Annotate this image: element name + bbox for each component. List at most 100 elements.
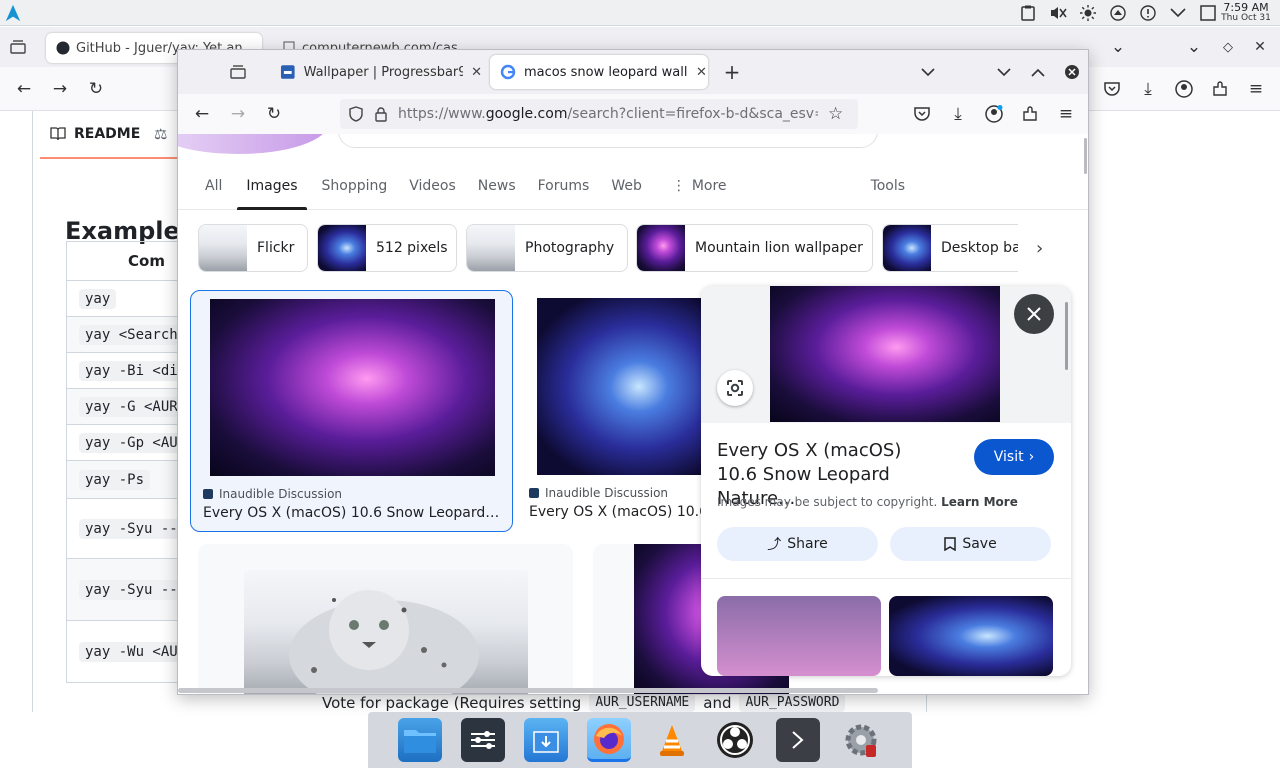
reload-icon[interactable]: ↻ xyxy=(264,104,284,124)
window-icon[interactable] xyxy=(1198,4,1218,22)
tab-all[interactable]: All xyxy=(196,162,231,210)
tab-images[interactable]: Images xyxy=(237,162,307,210)
vlc-icon[interactable] xyxy=(650,718,694,762)
download-icon[interactable]: ⤓ xyxy=(948,104,968,124)
mute-icon[interactable] xyxy=(1048,4,1068,22)
tab-overview-icon[interactable] xyxy=(228,62,248,82)
close-preview-button[interactable] xyxy=(1014,294,1054,334)
bookmark-star-icon[interactable]: ☆ xyxy=(828,104,843,124)
file-manager-icon[interactable] xyxy=(397,718,442,762)
result-source: Inaudible Discussion xyxy=(203,487,342,501)
chip-mountain-lion[interactable]: Mountain lion wallpaper xyxy=(636,224,873,272)
chips-next-icon[interactable]: › xyxy=(1036,238,1043,259)
chevron-down-icon[interactable] xyxy=(918,62,938,82)
tab-google-search[interactable]: macos snow leopard wallp ✕ xyxy=(490,55,708,89)
minimize-icon[interactable] xyxy=(994,62,1014,82)
image-result[interactable]: Inaudible Discussion Every OS X (macOS) … xyxy=(190,290,513,532)
reload-icon[interactable]: ↻ xyxy=(86,79,106,99)
forward-icon[interactable]: → xyxy=(50,79,70,99)
site-favicon-icon xyxy=(203,489,213,499)
menu-icon[interactable]: ≡ xyxy=(1056,104,1076,124)
tab-overview-icon[interactable] xyxy=(8,37,28,57)
tab-forums[interactable]: Forums xyxy=(529,162,599,210)
extensions-icon[interactable] xyxy=(1020,104,1040,124)
terminal-icon[interactable] xyxy=(775,718,820,762)
result-image[interactable] xyxy=(210,299,495,476)
close-tab-icon[interactable]: ✕ xyxy=(696,65,707,80)
share-icon: ⤴ xyxy=(767,537,782,553)
image-result[interactable]: Inaudible Discussion Every OS X (macOS) … xyxy=(520,290,710,532)
learn-more-link[interactable]: Learn More xyxy=(941,495,1018,509)
share-button[interactable]: ⤴ Share xyxy=(717,527,878,561)
pocket-icon[interactable] xyxy=(912,104,932,124)
back-icon[interactable]: ← xyxy=(14,79,34,99)
save-button[interactable]: Save xyxy=(890,527,1051,561)
scale-icon[interactable]: ⚖ xyxy=(154,125,167,143)
tab-web[interactable]: Web xyxy=(602,162,651,210)
brightness-icon[interactable] xyxy=(1078,4,1098,22)
result-caption[interactable]: Every OS X (macOS) 10.6 S xyxy=(529,504,709,520)
update-icon[interactable] xyxy=(1138,4,1158,22)
image-result[interactable] xyxy=(198,544,573,694)
tab-wallpaper[interactable]: Wallpaper | Progressbar9 ✕ xyxy=(270,55,482,89)
system-settings-icon[interactable] xyxy=(839,718,883,762)
diamond-icon[interactable]: ◇ xyxy=(1218,37,1238,57)
preview-image[interactable] xyxy=(770,286,1000,422)
tab-news[interactable]: News xyxy=(469,162,525,210)
panel-scrollbar[interactable] xyxy=(1065,302,1068,370)
account-icon[interactable] xyxy=(984,104,1004,124)
chip-512-pixels[interactable]: 512 pixels xyxy=(317,224,457,272)
tab-shopping[interactable]: Shopping xyxy=(313,162,397,210)
menu-icon[interactable]: ≡ xyxy=(1246,79,1266,99)
copyright-text: Images may be subject to copyright. xyxy=(717,495,938,509)
close-icon[interactable]: ✕ xyxy=(1250,37,1270,57)
maximize-icon[interactable] xyxy=(1028,62,1048,82)
chevron-down-icon[interactable]: ⌄ xyxy=(1184,37,1204,57)
obs-icon[interactable] xyxy=(713,718,757,762)
tab-more[interactable]: ⋮ More xyxy=(663,162,736,210)
lens-button[interactable] xyxy=(717,370,753,406)
back-icon[interactable]: ← xyxy=(192,104,212,124)
related-image[interactable] xyxy=(717,596,881,676)
chevron-right-icon: › xyxy=(1028,449,1035,465)
forward-icon[interactable]: → xyxy=(228,104,248,124)
search-tabs: All Images Shopping Videos News Forums W… xyxy=(178,162,1088,210)
network-icon[interactable] xyxy=(1108,4,1128,22)
close-tab-icon[interactable]: ✕ xyxy=(471,65,482,80)
settings-sliders-icon[interactable] xyxy=(460,718,505,762)
google-icon xyxy=(500,64,516,80)
pocket-icon[interactable] xyxy=(1102,79,1122,99)
shield-icon[interactable] xyxy=(348,106,364,122)
visit-button[interactable]: Visit › xyxy=(974,439,1054,475)
clipboard-icon[interactable] xyxy=(1018,4,1038,22)
result-caption[interactable]: Every OS X (macOS) 10.6 Snow Leopard ... xyxy=(203,505,503,521)
chevron-down-icon[interactable]: ⌄ xyxy=(1108,37,1128,57)
chip-flickr[interactable]: Flickr xyxy=(198,224,308,272)
extensions-icon[interactable] xyxy=(1210,79,1230,99)
progressbar-icon xyxy=(280,65,295,79)
snow-leopard-image[interactable] xyxy=(244,570,528,694)
search-box[interactable] xyxy=(338,134,878,148)
result-source-name: Inaudible Discussion xyxy=(545,486,669,500)
chip-photography[interactable]: Photography xyxy=(466,224,628,272)
download-icon[interactable]: ⤓ xyxy=(1138,79,1158,99)
clock[interactable]: 7:59 AM Thu Oct 31 xyxy=(1218,2,1274,24)
tools-button[interactable]: Tools xyxy=(862,162,915,210)
dock xyxy=(368,712,912,768)
url-bar[interactable]: https://www.google.com/search?client=fir… xyxy=(340,99,858,129)
account-icon[interactable] xyxy=(1174,79,1194,99)
chip-thumbnail xyxy=(883,225,931,271)
window-close-icon[interactable] xyxy=(1062,62,1082,82)
related-image[interactable] xyxy=(889,596,1053,676)
horizontal-scrollbar[interactable] xyxy=(178,688,878,693)
arch-logo-icon[interactable] xyxy=(4,3,22,23)
new-tab-icon[interactable]: + xyxy=(722,60,742,84)
doodle-logo[interactable] xyxy=(178,134,328,154)
result-image[interactable] xyxy=(537,298,707,475)
tab-videos[interactable]: Videos xyxy=(400,162,465,210)
chevron-down-icon[interactable] xyxy=(1168,4,1188,22)
firefox-icon[interactable] xyxy=(586,718,631,762)
lock-icon[interactable] xyxy=(374,106,388,122)
package-installer-icon[interactable] xyxy=(523,718,568,762)
chip-desktop-background[interactable]: Desktop bac xyxy=(882,224,1018,272)
